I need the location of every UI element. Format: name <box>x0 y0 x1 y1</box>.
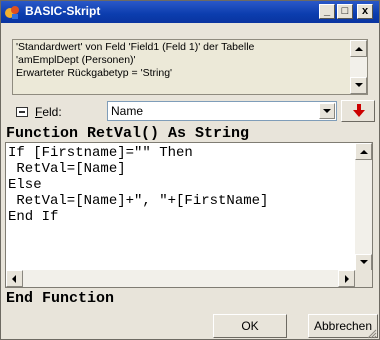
code-body[interactable]: If [Firstname]="" Then RetVal=[Name] Els… <box>8 145 268 225</box>
arrow-left-icon <box>12 275 16 283</box>
field-label: Feld: <box>35 105 62 119</box>
chevron-down-icon <box>323 109 331 113</box>
insert-arrow-icon <box>353 104 365 117</box>
resize-grip-icon[interactable] <box>367 329 377 339</box>
dropdown-button[interactable] <box>319 103 335 119</box>
ok-button[interactable]: OK <box>213 314 287 338</box>
code-editor[interactable]: If [Firstname]="" Then RetVal=[Name] Els… <box>5 142 373 288</box>
scroll-down-button[interactable] <box>350 77 367 94</box>
field-icon <box>16 107 28 117</box>
info-scrollbar[interactable] <box>350 40 367 94</box>
basic-script-dialog: BASIC-Skript _ □ x 'Standardwert' von Fe… <box>0 0 380 340</box>
maximize-button[interactable]: □ <box>337 4 353 19</box>
window-title: BASIC-Skript <box>25 4 101 18</box>
arrow-up-icon <box>360 150 368 154</box>
scroll-up-button[interactable] <box>350 40 367 57</box>
arrow-up-icon <box>355 47 363 51</box>
arrow-down-icon <box>355 83 363 87</box>
minimize-icon: _ <box>323 5 331 17</box>
editor-horizontal-scrollbar[interactable] <box>6 270 355 287</box>
scroll-down-button[interactable] <box>355 254 372 271</box>
info-text: 'Standardwert' von Feld 'Field1 (Feld 1)… <box>16 41 255 79</box>
editor-vertical-scrollbar[interactable] <box>355 143 372 271</box>
scrollbar-corner <box>355 270 372 287</box>
arrow-down-icon <box>360 260 368 264</box>
function-header: Function RetVal() As String <box>6 125 250 142</box>
field-select-value: Name <box>111 104 144 118</box>
title-bar[interactable]: BASIC-Skript _ □ x <box>1 1 379 23</box>
scroll-left-button[interactable] <box>6 270 23 287</box>
arrow-right-icon <box>345 275 349 283</box>
maximize-icon: □ <box>341 5 349 17</box>
scroll-right-button[interactable] <box>338 270 355 287</box>
close-button[interactable]: x <box>357 4 373 19</box>
field-select[interactable]: Name <box>107 101 337 121</box>
minimize-button[interactable]: _ <box>319 4 335 19</box>
info-panel: 'Standardwert' von Feld 'Field1 (Feld 1)… <box>12 39 368 95</box>
insert-field-button[interactable] <box>341 100 375 122</box>
scroll-up-button[interactable] <box>355 143 372 160</box>
app-icon <box>5 6 19 19</box>
close-icon: x <box>361 5 369 17</box>
function-footer: End Function <box>6 290 115 307</box>
